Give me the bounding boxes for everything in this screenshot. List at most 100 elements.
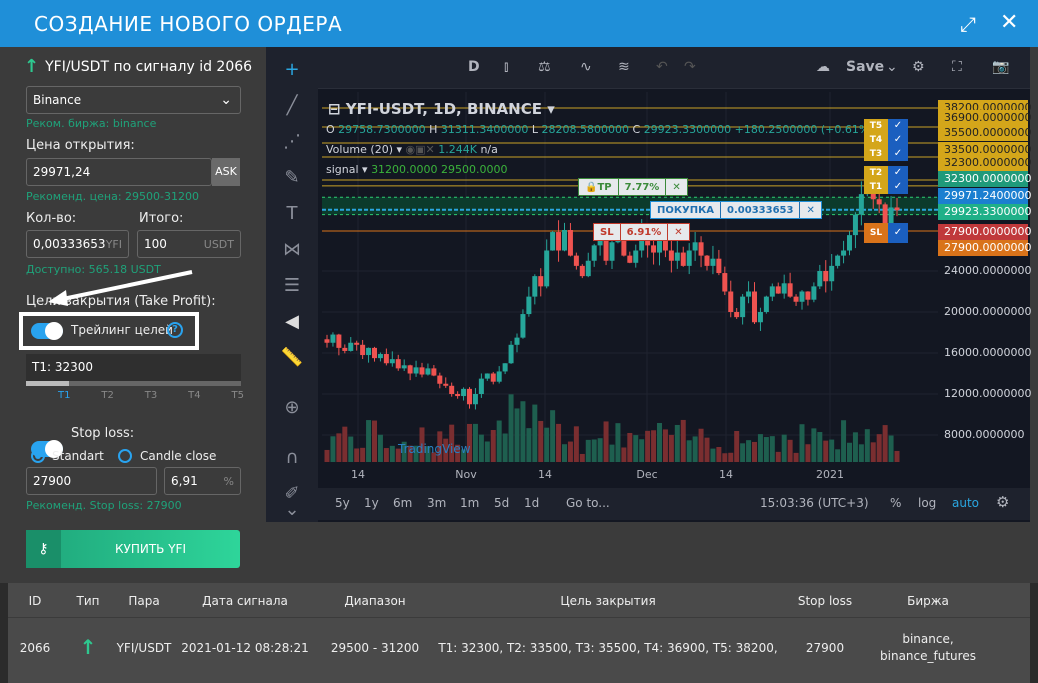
magnet-icon[interactable]: ∩ <box>280 447 304 471</box>
indicators-icon[interactable]: ∿ <box>580 59 592 75</box>
pattern-icon[interactable]: ⋈ <box>280 239 304 263</box>
buy-chip[interactable]: ПОКУПКА 0.00333653 ✕ <box>650 201 822 219</box>
row-range: 29500 - 31200 <box>330 641 420 655</box>
brush-icon[interactable]: ✎ <box>280 167 304 191</box>
tick-t1[interactable]: T1 <box>58 390 70 401</box>
radio-standart[interactable] <box>31 449 45 463</box>
back-arrow-icon[interactable]: ◀ <box>280 311 304 335</box>
text-icon[interactable]: T <box>280 203 304 227</box>
check-icon[interactable]: ✓ <box>888 119 908 133</box>
expand-icon[interactable]: ⤢ <box>960 12 976 36</box>
volume-bar <box>544 427 550 462</box>
volume-bar <box>639 439 645 462</box>
range-6m[interactable]: 6m <box>393 496 412 510</box>
radio-candle-close[interactable] <box>118 449 132 463</box>
tick-t5[interactable]: T5 <box>232 390 244 401</box>
range-1d[interactable]: 1d <box>524 496 539 510</box>
tp-chip[interactable]: 🔒 TP 7.77% ✕ <box>578 178 688 196</box>
zoom-icon[interactable]: ⊕ <box>280 397 304 421</box>
check-icon[interactable]: ✓ <box>888 133 908 147</box>
compare-icon[interactable]: ⚖ <box>538 59 551 75</box>
tp-close-icon[interactable]: ✕ <box>665 179 686 195</box>
volume-bar <box>763 437 769 462</box>
target-t3[interactable]: T3 <box>864 147 888 161</box>
target-t2[interactable]: T2 <box>864 166 888 180</box>
pitchfork-icon[interactable]: ⋰ <box>280 131 304 155</box>
volume-bar <box>478 434 484 462</box>
candle-body <box>841 250 847 256</box>
buy-chip-qty: 0.00333653 <box>720 202 799 218</box>
buy-close-icon[interactable]: ✕ <box>799 202 820 218</box>
cloud-icon[interactable]: ☁ <box>816 59 830 75</box>
trendline-icon[interactable]: ╱ <box>280 95 304 119</box>
range-5d[interactable]: 5d <box>494 496 509 510</box>
volume-bar <box>787 439 793 462</box>
exchange-select[interactable]: Binance ⌄ <box>26 86 241 114</box>
chevron-down-icon[interactable]: ⌄ <box>886 59 898 75</box>
help-icon[interactable]: ? <box>167 322 183 338</box>
volume-bar <box>805 444 811 462</box>
sl-tag[interactable]: SL <box>864 223 888 243</box>
redo-icon[interactable]: ↷ <box>684 59 696 75</box>
templates-icon[interactable]: ≋ <box>618 59 630 75</box>
save-button[interactable]: Save <box>846 59 884 75</box>
target-slider[interactable] <box>26 381 241 386</box>
volume-bar <box>556 423 562 462</box>
target-t1[interactable]: T1 <box>864 180 888 194</box>
range-1m[interactable]: 1m <box>460 496 479 510</box>
candle-body <box>377 354 383 359</box>
candle-body <box>692 242 698 251</box>
settings-icon[interactable]: ⚙ <box>996 493 1009 511</box>
chevron-down-icon[interactable]: ⌄ <box>280 499 304 523</box>
tick-t4[interactable]: T4 <box>188 390 200 401</box>
total-input[interactable]: 100 USDT <box>137 230 241 258</box>
buy-button[interactable]: ⚷ КУПИТЬ YFI <box>26 530 240 568</box>
qty-input[interactable]: 0,00333653 YFI <box>26 230 129 258</box>
volume-bar <box>372 420 377 462</box>
fullscreen-icon[interactable]: ⛶ <box>952 59 962 75</box>
signal-legend[interactable]: signal ▾ 31200.0000 29500.0000 <box>326 163 508 176</box>
symbol-title[interactable]: ⊟ YFI-USDT, 1D, BINANCE ▾ <box>328 100 555 118</box>
stop-loss-percent-input[interactable]: 6,91% <box>164 467 241 495</box>
qty-value: 0,00333653 <box>33 237 106 251</box>
volume-legend[interactable]: Volume (20) ▾ ◉▣✕ 1.244K n/a <box>326 143 498 156</box>
check-icon[interactable]: ✓ <box>888 180 908 194</box>
screenshot-icon[interactable]: 📷 <box>992 59 1009 75</box>
candles-icon[interactable]: ⫾ <box>504 59 508 75</box>
check-icon[interactable]: ✓ <box>888 223 908 243</box>
stop-loss-input[interactable]: 27900 <box>26 467 157 495</box>
volume-bar <box>811 428 817 462</box>
auto-toggle[interactable]: auto <box>952 496 979 510</box>
tick-t3[interactable]: T3 <box>145 390 157 401</box>
target-t5[interactable]: T5 <box>864 119 888 133</box>
range-5y[interactable]: 5y <box>335 496 350 510</box>
candle-body <box>763 296 769 312</box>
trailing-toggle[interactable] <box>31 322 63 340</box>
undo-icon[interactable]: ↶ <box>656 59 668 75</box>
ask-button[interactable]: ASK <box>212 158 240 186</box>
crosshair-icon[interactable]: + <box>280 59 304 83</box>
range-3m[interactable]: 3m <box>427 496 446 510</box>
percent-toggle[interactable]: % <box>890 496 901 510</box>
time-tick: 2021 <box>816 468 844 481</box>
goto-button[interactable]: Go to... <box>566 496 610 510</box>
prediction-icon[interactable]: ☰ <box>280 275 304 299</box>
close-icon[interactable]: ✕ <box>1000 10 1018 35</box>
target-t4[interactable]: T4 <box>864 133 888 147</box>
open-price-input[interactable]: 29971,24 <box>26 158 212 186</box>
log-toggle[interactable]: log <box>918 496 936 510</box>
sl-chip[interactable]: SL 6.91% ✕ <box>593 223 690 241</box>
volume-bar <box>817 432 823 462</box>
time-axis[interactable]: 14 Nov 14 Dec 14 2021 <box>322 462 938 488</box>
interval-button[interactable]: D <box>468 59 480 75</box>
range-1y[interactable]: 1y <box>364 496 379 510</box>
check-icon[interactable]: ✓ <box>888 147 908 161</box>
total-value: 100 <box>144 237 167 251</box>
settings-icon[interactable]: ⚙ <box>912 59 925 75</box>
tick-t2[interactable]: T2 <box>101 390 113 401</box>
volume-bar <box>354 448 360 462</box>
sl-close-icon[interactable]: ✕ <box>667 224 688 240</box>
ruler-icon[interactable]: 📏 <box>280 347 304 371</box>
price-axis[interactable]: 38200.0000000 36900.0000000 35500.0000000 3… <box>938 92 1031 462</box>
check-icon[interactable]: ✓ <box>888 166 908 180</box>
